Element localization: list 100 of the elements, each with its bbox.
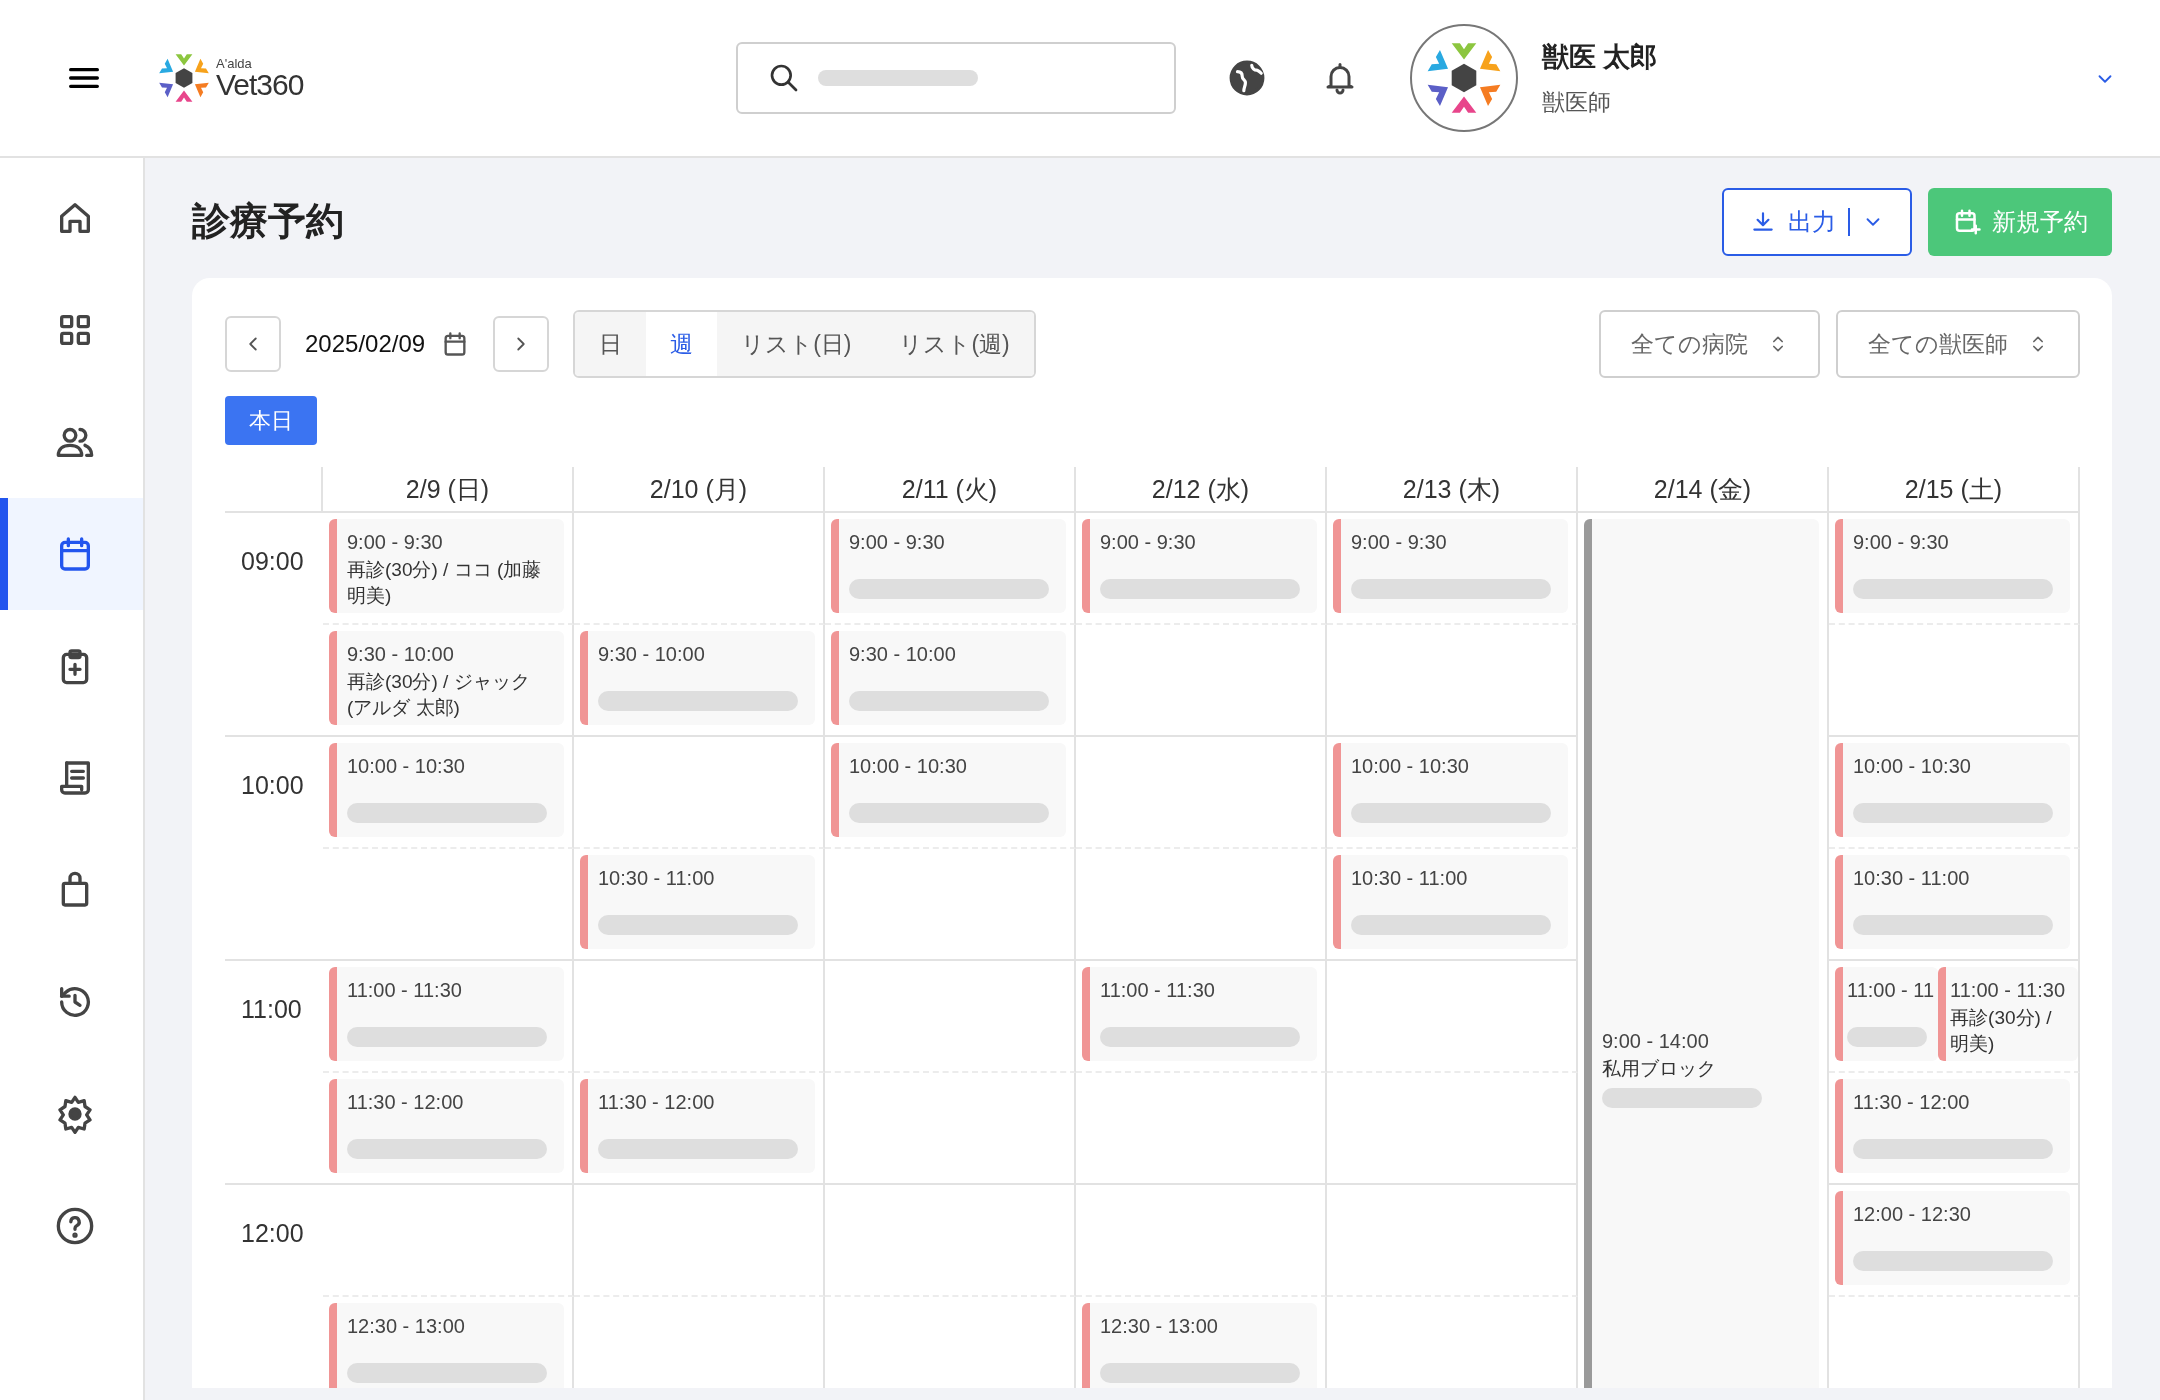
time-slot[interactable]: 9:00 - 9:30 [1327,513,1578,625]
appointment-card[interactable]: 9:30 - 10:00 [580,631,815,725]
export-button[interactable]: 出力 [1722,188,1912,256]
day-header: 2/12 (水) [1076,467,1327,513]
time-slot[interactable] [1076,625,1327,737]
appointment-card[interactable]: 10:00 - 10:30 [1333,743,1568,837]
appointment-card[interactable]: 9:00 - 9:30 再診(30分) / ココ (加藤明美) [329,519,564,613]
appointment-card[interactable]: 10:00 - 10:30 [329,743,564,837]
time-slot[interactable] [1327,625,1578,737]
time-slot[interactable]: 10:30 - 11:00 [1327,849,1578,961]
next-button[interactable] [493,316,550,372]
view-tab[interactable]: リスト(日) [717,312,876,376]
time-slot[interactable] [1327,961,1578,1073]
globe-icon [1227,59,1266,97]
appointment-card[interactable]: 10:00 - 10:30 [1835,743,2070,837]
time-slot[interactable] [574,737,825,849]
time-label: 09:00 [241,546,304,577]
time-slot[interactable] [1076,849,1327,961]
appointment-card[interactable]: 11:30 - 12:00 [1835,1079,2070,1173]
time-slot[interactable]: 9:30 - 10:00 再診(30分) / ジャック (アルダ 太郎) [323,625,574,737]
time-slot[interactable] [574,961,825,1073]
time-slot[interactable]: 11:00 - 11:30 [323,961,574,1073]
time-slot[interactable] [825,1073,1076,1185]
time-slot[interactable]: 9:30 - 10:00 [574,625,825,737]
time-slot[interactable] [574,1185,825,1297]
appointment-time: 10:00 - 10:30 [1351,754,1470,779]
appointment-time: 9:00 - 14:00 [1602,1029,1710,1055]
appointment-card[interactable]: 11:00 - 11:30 [1082,967,1317,1061]
time-slot[interactable]: 11:00 - 11:30 [1076,961,1327,1073]
appointment-time: 9:00 - 9:30 [1351,530,1448,555]
appointment-time: 11:00 - 11 [1847,978,1935,1003]
time-slot[interactable]: 10:00 - 10:30 [825,737,1076,849]
appointment-time: 10:00 - 10:30 [1853,754,1972,779]
view-tab[interactable]: 日 [575,312,647,376]
time-slot[interactable]: 10:30 - 11:00 [574,849,825,961]
time-slot[interactable]: 10:00 - 10:30 [323,737,574,849]
time-slot[interactable] [1076,737,1327,849]
sidebar-item[interactable] [0,498,143,610]
time-slot[interactable]: 10:00 - 10:30 [1829,737,2080,849]
time-slot[interactable] [1829,625,2080,737]
previous-button[interactable] [225,316,281,372]
time-slot[interactable] [1327,1185,1578,1297]
time-slot[interactable] [574,513,825,625]
today-button[interactable]: 本日 [225,396,317,445]
appointment-time: 12:30 - 13:00 [347,1314,466,1339]
appointment-card[interactable]: 10:30 - 11:00 [1333,855,1568,949]
appointment-time: 9:30 - 10:00 [347,642,455,667]
appointment-card[interactable]: 9:30 - 10:00 [831,631,1066,725]
date-picker[interactable]: 2025/02/09 [281,326,494,362]
appointment-card[interactable]: 11:00 - 11:30 [329,967,564,1061]
user-name: 獣医 太郎 [1541,40,1658,74]
time-slot[interactable] [825,849,1076,961]
appointment-time: 9:00 - 9:30 [1100,530,1197,555]
search-field[interactable] [735,42,1176,114]
time-label: 10:00 [241,770,304,801]
appointment-card[interactable]: 9:00 - 9:30 [831,519,1066,613]
time-slot[interactable]: 11:30 - 12:00 [323,1073,574,1185]
time-slot[interactable]: 9:00 - 9:30 [1829,513,2080,625]
appointment-card[interactable]: 10:30 - 11:00 [580,855,815,949]
appointment-card[interactable]: 11:30 - 12:00 [329,1079,564,1173]
appointment-card[interactable]: 9:00 - 9:30 [1333,519,1568,613]
appointment-card[interactable]: 9:00 - 9:30 [1082,519,1317,613]
appointment-card[interactable]: 12:00 - 12:30 [1835,1191,2070,1285]
appointment-card[interactable]: 11:00 - 11:30 再診(30分) / 明美) [1938,967,2078,1061]
appointment-time: 10:00 - 10:30 [347,754,466,779]
appointment-time: 11:00 - 11:30 [1100,978,1216,1003]
appointment-time: 9:00 - 9:30 [849,530,946,555]
day-header: 2/15 (土) [1829,467,2080,513]
time-slot[interactable]: 10:00 - 10:30 [1327,737,1578,849]
time-slot[interactable]: 9:00 - 9:30 [1076,513,1327,625]
time-slot[interactable]: 11:30 - 12:00 [574,1073,825,1185]
appointment-time: 11:00 - 11:30 [1950,978,2066,1003]
time-slot[interactable]: 11:30 - 12:00 [1829,1073,2080,1185]
time-slot[interactable]: 12:00 - 12:30 [1829,1185,2080,1297]
time-slot[interactable]: 9:30 - 10:00 [825,625,1076,737]
filter-select[interactable]: 全ての獣医師 [1836,310,2080,378]
time-slot[interactable] [1076,1185,1327,1297]
appointment-card[interactable]: 10:30 - 11:00 [1835,855,2070,949]
view-tab[interactable]: リスト(週) [875,312,1034,376]
time-slot[interactable] [825,961,1076,1073]
appointment-card[interactable]: 11:30 - 12:00 [580,1079,815,1173]
appointment-card[interactable]: 11:00 - 11 [1835,967,1939,1061]
appointment-detail: 再診(30分) / ココ (加藤明美) [347,558,543,608]
time-slot[interactable]: 10:30 - 11:00 [1829,849,2080,961]
appointment-card[interactable]: 9:00 - 9:30 [1835,519,2070,613]
user-role: 獣医師 [1541,88,1612,117]
appointment-time: 11:30 - 12:00 [347,1090,465,1115]
filter-select[interactable]: 全ての病院 [1599,310,1820,378]
time-slot[interactable] [1327,1073,1578,1185]
appointment-card[interactable]: 10:00 - 10:30 [831,743,1066,837]
time-slot[interactable]: 11:00 - 11 11:00 - 11:30 再診(30分) / 明美) [1829,961,2080,1073]
time-slot[interactable] [323,1185,574,1297]
time-slot[interactable] [825,1185,1076,1297]
appointment-detail: 再診(30分) / ジャック (アルダ 太郎) [347,670,531,720]
time-slot[interactable] [1076,1073,1327,1185]
time-slot[interactable]: 9:00 - 9:30 再診(30分) / ココ (加藤明美) [323,513,574,625]
time-slot[interactable]: 9:00 - 9:30 [825,513,1076,625]
time-slot[interactable] [323,849,574,961]
day-header: 2/13 (木) [1327,467,1578,513]
appointment-card[interactable]: 9:30 - 10:00 再診(30分) / ジャック (アルダ 太郎) [329,631,564,725]
